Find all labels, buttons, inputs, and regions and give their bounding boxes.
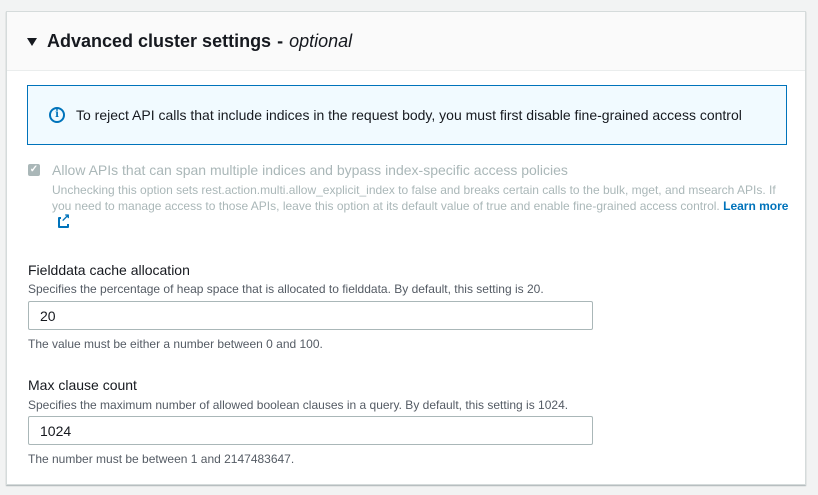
max-clause-label: Max clause count xyxy=(28,377,137,393)
title-separator: - xyxy=(277,30,284,51)
expandable-section-header[interactable]: Advanced cluster settings - optional xyxy=(7,12,805,71)
max-clause-input[interactable] xyxy=(28,416,593,445)
max-clause-description: Specifies the maximum number of allowed … xyxy=(28,398,569,412)
info-icon: i xyxy=(49,107,65,123)
external-link-icon[interactable] xyxy=(58,213,71,228)
alert-text: To reject API calls that include indices… xyxy=(76,107,742,123)
fielddata-input[interactable] xyxy=(28,301,593,330)
multi-index-description: Unchecking this option sets rest.action.… xyxy=(52,182,792,230)
optional-tag: optional xyxy=(289,30,353,51)
fielddata-label: Fielddata cache allocation xyxy=(28,262,190,278)
advanced-cluster-settings-panel: Advanced cluster settings - optional i T… xyxy=(6,11,806,485)
caret-down-icon[interactable] xyxy=(27,37,37,46)
multi-index-label: Allow APIs that can span multiple indice… xyxy=(52,162,568,178)
max-clause-constraint: The number must be between 1 and 2147483… xyxy=(28,452,295,466)
checkmark-icon: ✓ xyxy=(29,164,39,175)
fielddata-description: Specifies the percentage of heap space t… xyxy=(28,282,544,296)
learn-more-link[interactable]: Learn more xyxy=(723,199,788,213)
section-title: Advanced cluster settings xyxy=(47,30,272,51)
info-alert: i To reject API calls that include indic… xyxy=(27,85,787,145)
fielddata-constraint: The value must be either a number betwee… xyxy=(28,337,323,351)
multi-index-description-text: Unchecking this option sets rest.action.… xyxy=(52,183,776,213)
multi-index-checkbox[interactable]: ✓ xyxy=(28,164,40,176)
